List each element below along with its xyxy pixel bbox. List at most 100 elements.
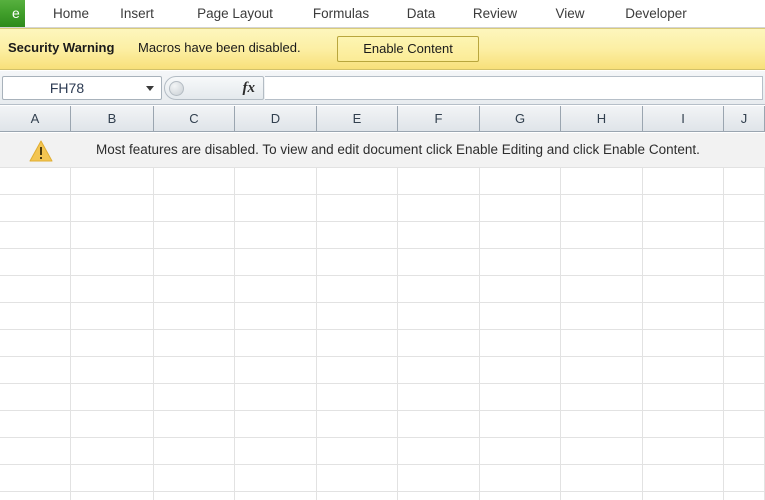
- enable-content-button[interactable]: Enable Content: [337, 36, 479, 62]
- grid-cell[interactable]: [0, 465, 71, 491]
- grid-cell[interactable]: [71, 357, 154, 383]
- grid-cell[interactable]: [154, 276, 235, 302]
- grid-cell[interactable]: [561, 438, 643, 464]
- grid-cell[interactable]: [154, 438, 235, 464]
- grid-cell[interactable]: [480, 438, 561, 464]
- grid-cell[interactable]: [398, 438, 480, 464]
- grid-cell[interactable]: [724, 168, 765, 194]
- grid-cell[interactable]: [0, 303, 71, 329]
- grid-cell[interactable]: [0, 276, 71, 302]
- grid-cell[interactable]: [71, 276, 154, 302]
- grid-cell[interactable]: [317, 249, 398, 275]
- grid-cell[interactable]: [398, 357, 480, 383]
- grid-cell[interactable]: [0, 330, 71, 356]
- grid-cell[interactable]: [71, 249, 154, 275]
- grid-cell[interactable]: [480, 249, 561, 275]
- grid-cell[interactable]: [0, 357, 71, 383]
- grid-cell[interactable]: [235, 438, 317, 464]
- grid-cell[interactable]: [643, 384, 724, 410]
- grid-cell[interactable]: [724, 330, 765, 356]
- column-header-J[interactable]: J: [724, 106, 765, 131]
- grid-cell[interactable]: [398, 411, 480, 437]
- grid-cell[interactable]: [724, 411, 765, 437]
- grid-cell[interactable]: [0, 222, 71, 248]
- column-header-D[interactable]: D: [235, 106, 317, 131]
- cancel-formula-icon[interactable]: [169, 81, 184, 96]
- grid-cell[interactable]: [398, 384, 480, 410]
- formula-input[interactable]: [265, 76, 763, 100]
- grid-cell[interactable]: [724, 492, 765, 500]
- grid-cell[interactable]: [398, 276, 480, 302]
- grid-cell[interactable]: [154, 357, 235, 383]
- grid-cell[interactable]: [561, 168, 643, 194]
- grid-cell[interactable]: [724, 384, 765, 410]
- grid-cell[interactable]: [643, 249, 724, 275]
- column-header-E[interactable]: E: [317, 106, 398, 131]
- grid-cell[interactable]: [643, 330, 724, 356]
- grid-cell[interactable]: [317, 465, 398, 491]
- grid-cell[interactable]: [71, 330, 154, 356]
- grid-cell[interactable]: [561, 249, 643, 275]
- grid-cell[interactable]: [235, 168, 317, 194]
- grid-cell[interactable]: [398, 303, 480, 329]
- grid-cell[interactable]: [480, 168, 561, 194]
- grid-cell[interactable]: [724, 249, 765, 275]
- grid-cell[interactable]: [398, 249, 480, 275]
- grid-cell[interactable]: [154, 168, 235, 194]
- ribbon-tab-page-layout[interactable]: Page Layout: [180, 0, 290, 27]
- grid-cell[interactable]: [561, 276, 643, 302]
- grid-cell[interactable]: [0, 384, 71, 410]
- grid-cell[interactable]: [154, 330, 235, 356]
- ribbon-tab-developer[interactable]: Developer: [608, 0, 704, 27]
- grid-cell[interactable]: [643, 438, 724, 464]
- grid-cell[interactable]: [643, 465, 724, 491]
- grid-cell[interactable]: [480, 465, 561, 491]
- grid-cell[interactable]: [561, 195, 643, 221]
- grid-cell[interactable]: [724, 438, 765, 464]
- column-header-A[interactable]: A: [0, 106, 71, 131]
- grid-cell[interactable]: [480, 222, 561, 248]
- grid-cell[interactable]: [235, 249, 317, 275]
- grid-cell[interactable]: [724, 465, 765, 491]
- grid-cell[interactable]: [0, 168, 71, 194]
- grid-cell[interactable]: [71, 384, 154, 410]
- ribbon-tab-data[interactable]: Data: [392, 0, 450, 27]
- grid-cell[interactable]: [561, 465, 643, 491]
- grid-cell[interactable]: [643, 276, 724, 302]
- grid-cell[interactable]: [643, 168, 724, 194]
- grid-cell[interactable]: [235, 492, 317, 500]
- grid-cell[interactable]: [561, 357, 643, 383]
- worksheet-grid[interactable]: [0, 168, 765, 500]
- grid-cell[interactable]: [398, 168, 480, 194]
- ribbon-tab-insert[interactable]: Insert: [108, 0, 166, 27]
- grid-cell[interactable]: [724, 276, 765, 302]
- grid-cell[interactable]: [71, 303, 154, 329]
- grid-cell[interactable]: [398, 222, 480, 248]
- grid-cell[interactable]: [317, 411, 398, 437]
- grid-cell[interactable]: [235, 357, 317, 383]
- grid-cell[interactable]: [154, 411, 235, 437]
- grid-cell[interactable]: [724, 222, 765, 248]
- column-header-B[interactable]: B: [71, 106, 154, 131]
- grid-cell[interactable]: [317, 357, 398, 383]
- column-header-C[interactable]: C: [154, 106, 235, 131]
- grid-cell[interactable]: [561, 384, 643, 410]
- name-box[interactable]: FH78: [2, 76, 162, 100]
- grid-cell[interactable]: [235, 303, 317, 329]
- column-header-G[interactable]: G: [480, 106, 561, 131]
- grid-cell[interactable]: [317, 222, 398, 248]
- grid-cell[interactable]: [317, 195, 398, 221]
- grid-cell[interactable]: [561, 492, 643, 500]
- grid-cell[interactable]: [643, 357, 724, 383]
- grid-cell[interactable]: [154, 384, 235, 410]
- grid-cell[interactable]: [724, 195, 765, 221]
- grid-cell[interactable]: [235, 411, 317, 437]
- file-tab[interactable]: e: [0, 0, 26, 27]
- grid-cell[interactable]: [480, 357, 561, 383]
- grid-cell[interactable]: [154, 303, 235, 329]
- grid-cell[interactable]: [235, 276, 317, 302]
- grid-cell[interactable]: [480, 195, 561, 221]
- grid-cell[interactable]: [0, 492, 71, 500]
- insert-function-icon[interactable]: fx: [243, 80, 256, 97]
- grid-cell[interactable]: [154, 249, 235, 275]
